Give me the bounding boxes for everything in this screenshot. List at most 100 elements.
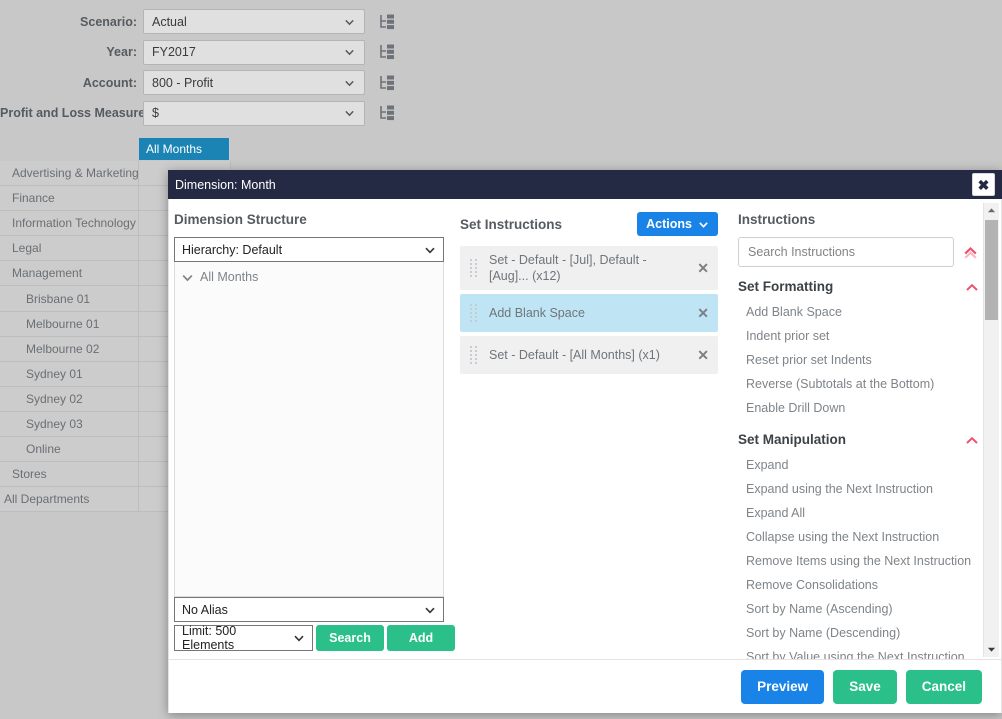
instruction-sections: Set Formatting Add Blank SpaceIndent prio… bbox=[738, 279, 979, 659]
grid-column-header-all-months[interactable]: All Months bbox=[139, 138, 230, 160]
remove-instruction-icon[interactable]: ✕ bbox=[697, 348, 709, 362]
remove-instruction-icon[interactable]: ✕ bbox=[697, 306, 709, 320]
chevron-down-icon bbox=[181, 271, 194, 284]
tree-select-icon[interactable] bbox=[379, 44, 396, 60]
filter-row: Profit and Loss Measures:$ bbox=[0, 98, 396, 129]
instruction-library-item[interactable]: Enable Drill Down bbox=[738, 396, 979, 420]
grid-row-header[interactable]: All Departments bbox=[0, 487, 139, 512]
instruction-library-item[interactable]: Sort by Name (Descending) bbox=[738, 621, 979, 645]
instructions-heading: Instructions bbox=[738, 212, 979, 227]
actions-button[interactable]: Actions bbox=[637, 212, 718, 236]
chevron-down-icon bbox=[293, 632, 305, 644]
grid-row-header[interactable]: Sydney 03 bbox=[0, 412, 139, 437]
filter-select-value: Actual bbox=[152, 15, 187, 29]
drag-handle-icon[interactable] bbox=[470, 304, 477, 322]
filter-select[interactable]: FY2017 bbox=[143, 40, 365, 65]
scroll-down-icon[interactable] bbox=[984, 642, 999, 657]
remove-instruction-icon[interactable]: ✕ bbox=[697, 261, 709, 275]
grid-row-header[interactable]: Melbourne 01 bbox=[0, 312, 139, 337]
grid-row-header[interactable]: Online bbox=[0, 437, 139, 462]
search-instructions-input[interactable] bbox=[738, 237, 954, 267]
instruction-library-item[interactable]: Remove Consolidations bbox=[738, 573, 979, 597]
set-instruction-item[interactable]: Add Blank Space ✕ bbox=[460, 294, 718, 332]
instruction-library-item[interactable]: Reverse (Subtotals at the Bottom) bbox=[738, 372, 979, 396]
tree-select-icon[interactable] bbox=[379, 75, 396, 91]
instruction-library-item[interactable]: Expand using the Next Instruction bbox=[738, 477, 979, 501]
filter-label: Year: bbox=[0, 45, 143, 59]
drag-handle-icon[interactable] bbox=[470, 346, 477, 364]
chevron-down-icon bbox=[424, 244, 436, 256]
alias-select[interactable]: No Alias bbox=[174, 597, 444, 622]
instruction-library-item[interactable]: Indent prior set bbox=[738, 324, 979, 348]
set-instructions-heading: Set Instructions bbox=[460, 217, 562, 232]
grid-row-header[interactable]: Stores bbox=[0, 462, 139, 487]
tree-select-icon[interactable] bbox=[379, 14, 396, 30]
instruction-library-item[interactable]: Add Blank Space bbox=[738, 300, 979, 324]
instruction-section-header[interactable]: Set Manipulation bbox=[738, 432, 979, 447]
filter-bar: Scenario:ActualYear:FY2017Account:800 - … bbox=[0, 0, 1002, 131]
set-instructions-header: Set Instructions Actions bbox=[460, 212, 718, 236]
chevron-down-icon bbox=[424, 604, 436, 616]
filter-select-value: $ bbox=[152, 106, 159, 120]
filter-select[interactable]: 800 - Profit bbox=[143, 70, 365, 95]
drag-handle-icon[interactable] bbox=[470, 259, 477, 277]
grid-row-header[interactable]: Legal bbox=[0, 236, 139, 261]
filter-row: Scenario:Actual bbox=[0, 6, 396, 37]
instruction-library-item[interactable]: Expand bbox=[738, 453, 979, 477]
chevron-down-icon bbox=[344, 16, 355, 27]
chevron-up-icon[interactable] bbox=[963, 281, 979, 293]
tree-node-all-months[interactable]: All Months bbox=[175, 268, 443, 286]
grid-row-header[interactable]: Information Technology bbox=[0, 211, 139, 236]
filter-row: Year:FY2017 bbox=[0, 37, 396, 68]
hierarchy-select[interactable]: Hierarchy: Default bbox=[174, 237, 444, 262]
filter-select[interactable]: $ bbox=[143, 101, 365, 126]
add-button[interactable]: Add bbox=[387, 625, 455, 651]
filter-row: Account:800 - Profit bbox=[0, 67, 396, 98]
limit-select-value: Limit: 500 Elements bbox=[182, 624, 290, 652]
grid-row-headers: Advertising & MarketingFinanceInformatio… bbox=[0, 161, 139, 512]
preview-button[interactable]: Preview bbox=[741, 670, 824, 704]
dialog-titlebar: Dimension: Month ✖ bbox=[168, 170, 1002, 199]
instruction-library-item[interactable]: Remove Items using the Next Instruction bbox=[738, 549, 979, 573]
instruction-library-item[interactable]: Expand All bbox=[738, 501, 979, 525]
grid-row-header[interactable]: Brisbane 01 bbox=[0, 286, 139, 311]
set-instructions-panel: Set Instructions Actions Set - Default -… bbox=[452, 199, 728, 659]
hierarchy-select-value: Hierarchy: Default bbox=[182, 243, 282, 257]
scrollbar-thumb[interactable] bbox=[985, 220, 998, 320]
instructions-scrollbar[interactable] bbox=[983, 203, 999, 657]
tree-select-icon[interactable] bbox=[379, 105, 396, 121]
chevron-up-icon[interactable] bbox=[963, 434, 979, 446]
double-chevron-up-icon[interactable] bbox=[962, 244, 979, 261]
cancel-button[interactable]: Cancel bbox=[906, 670, 982, 704]
save-button[interactable]: Save bbox=[833, 670, 897, 704]
set-instruction-item[interactable]: Set - Default - [All Months] (x1)✕ bbox=[460, 336, 718, 374]
set-instruction-item[interactable]: Set - Default - [Jul], Default - [Aug]..… bbox=[460, 246, 718, 290]
grid-row-header[interactable]: Advertising & Marketing bbox=[0, 161, 139, 186]
filter-select[interactable]: Actual bbox=[143, 9, 365, 34]
grid-row-header[interactable]: Melbourne 02 bbox=[0, 337, 139, 362]
grid-row-header[interactable]: Finance bbox=[0, 186, 139, 211]
grid-row-header[interactable]: Sydney 02 bbox=[0, 387, 139, 412]
filter-label: Account: bbox=[0, 76, 143, 90]
set-instruction-label: Add Blank Space bbox=[489, 305, 585, 321]
limit-select[interactable]: Limit: 500 Elements bbox=[174, 625, 313, 651]
set-instruction-list: Set - Default - [Jul], Default - [Aug]..… bbox=[460, 246, 718, 659]
instruction-library-item[interactable]: Reset prior set Indents bbox=[738, 348, 979, 372]
instruction-library-item[interactable]: Collapse using the Next Instruction bbox=[738, 525, 979, 549]
chevron-down-icon bbox=[344, 108, 355, 119]
instruction-library-item[interactable]: Sort by Name (Ascending) bbox=[738, 597, 979, 621]
grid-row-header[interactable]: Sydney 01 bbox=[0, 362, 139, 387]
search-button[interactable]: Search bbox=[316, 625, 384, 651]
chevron-down-icon bbox=[344, 77, 355, 88]
structure-footer: No Alias Limit: 500 Elements Search Add bbox=[174, 597, 444, 659]
alias-select-value: No Alias bbox=[182, 603, 228, 617]
instruction-section-header[interactable]: Set Formatting bbox=[738, 279, 979, 294]
dialog-footer: Preview Save Cancel bbox=[168, 659, 1002, 713]
grid-row-header[interactable]: Management bbox=[0, 261, 139, 286]
scroll-up-icon[interactable] bbox=[984, 203, 999, 218]
instructions-search-row bbox=[738, 237, 979, 267]
instructions-library-panel: Instructions Set Formatting Add Blank Spa… bbox=[728, 199, 1001, 659]
close-icon[interactable]: ✖ bbox=[972, 173, 995, 196]
instruction-library-item[interactable]: Sort by Value using the Next Instruction bbox=[738, 645, 979, 659]
dialog-title: Dimension: Month bbox=[168, 178, 276, 192]
